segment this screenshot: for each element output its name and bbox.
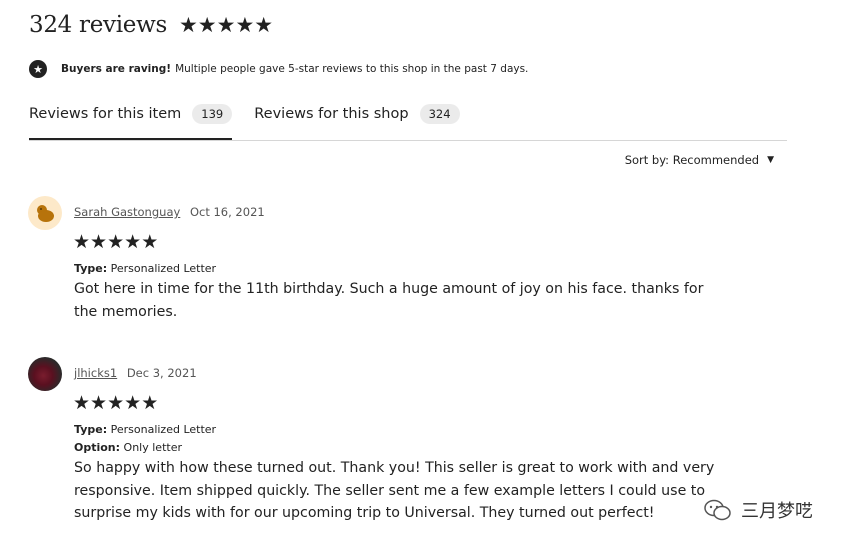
star-badge-icon: ★ bbox=[29, 60, 47, 78]
type-value: Personalized Letter bbox=[110, 262, 217, 275]
star-icon: ★ bbox=[235, 12, 255, 37]
reviewer-name-link[interactable]: Sarah Gastonguay bbox=[74, 205, 180, 219]
star-icon: ★ bbox=[73, 392, 91, 414]
tab-label: Reviews for this shop bbox=[254, 106, 409, 122]
review-text: So happy with how these turned out. Than… bbox=[74, 460, 715, 521]
reviews-count-title: 324 reviews bbox=[29, 12, 167, 38]
watermark: 三月梦呓 bbox=[703, 497, 813, 523]
count-badge: 139 bbox=[192, 104, 233, 124]
star-icon: ★ bbox=[124, 231, 142, 253]
review-text: Got here in time for the 11th birthday. … bbox=[74, 281, 704, 320]
sort-label: Sort by: Recommended bbox=[624, 153, 760, 167]
star-icon: ★ bbox=[178, 12, 198, 37]
type-value: Personalized Letter bbox=[110, 423, 217, 436]
review-meta: Sarah Gastonguay Oct 16, 2021 bbox=[74, 205, 265, 219]
count-badge: 324 bbox=[419, 104, 460, 124]
watermark-text: 三月梦呓 bbox=[741, 501, 813, 522]
notice-text: Multiple people gave 5-star reviews to t… bbox=[175, 63, 529, 75]
star-icon: ★ bbox=[141, 231, 159, 253]
star-icon: ★ bbox=[254, 12, 274, 37]
star-icon: ★ bbox=[216, 12, 236, 37]
chick-avatar-icon bbox=[37, 205, 54, 222]
avatar[interactable] bbox=[28, 196, 62, 230]
review-type: Type: Personalized Letter bbox=[74, 423, 216, 436]
star-icon: ★ bbox=[107, 392, 125, 414]
tab-reviews-shop[interactable]: Reviews for this shop 324 bbox=[254, 104, 460, 140]
reviewer-name-link[interactable]: jlhicks1 bbox=[74, 366, 117, 380]
star-icon: ★ bbox=[141, 392, 159, 414]
buyers-raving-notice: ★ Buyers are raving! Multiple people gav… bbox=[29, 60, 528, 78]
type-label: Type: bbox=[74, 423, 108, 436]
avatar[interactable] bbox=[28, 357, 62, 391]
review-rating-stars: ★ ★ ★ ★ ★ bbox=[73, 233, 158, 252]
review-date: Oct 16, 2021 bbox=[189, 205, 265, 219]
review-rating-stars: ★ ★ ★ ★ ★ bbox=[73, 394, 158, 413]
star-icon: ★ bbox=[73, 231, 91, 253]
caret-down-icon: ▼ bbox=[767, 155, 774, 165]
review-date: Dec 3, 2021 bbox=[126, 366, 197, 380]
tab-label: Reviews for this item bbox=[29, 106, 182, 122]
review-meta: jlhicks1 Dec 3, 2021 bbox=[74, 366, 197, 380]
option-value: Only letter bbox=[123, 441, 182, 454]
chat-bubble-icon bbox=[704, 499, 731, 521]
review-option: Option: Only letter bbox=[74, 441, 182, 454]
star-icon: ★ bbox=[197, 12, 217, 37]
review-type: Type: Personalized Letter bbox=[74, 262, 216, 275]
option-label: Option: bbox=[74, 441, 121, 454]
sort-dropdown[interactable]: Sort by: Recommended ▼ bbox=[625, 153, 774, 167]
overall-rating-stars: ★ ★ ★ ★ ★ bbox=[178, 12, 274, 37]
reviews-header: 324 reviews ★ ★ ★ ★ ★ bbox=[29, 12, 273, 38]
star-icon: ★ bbox=[90, 231, 108, 253]
star-icon: ★ bbox=[124, 392, 142, 414]
review-tabs: Reviews for this item 139 Reviews for th… bbox=[29, 104, 787, 141]
notice-bold-text: Buyers are raving! bbox=[61, 63, 172, 75]
star-icon: ★ bbox=[107, 231, 125, 253]
type-label: Type: bbox=[74, 262, 108, 275]
star-icon: ★ bbox=[90, 392, 108, 414]
tab-reviews-item[interactable]: Reviews for this item 139 bbox=[29, 104, 233, 140]
